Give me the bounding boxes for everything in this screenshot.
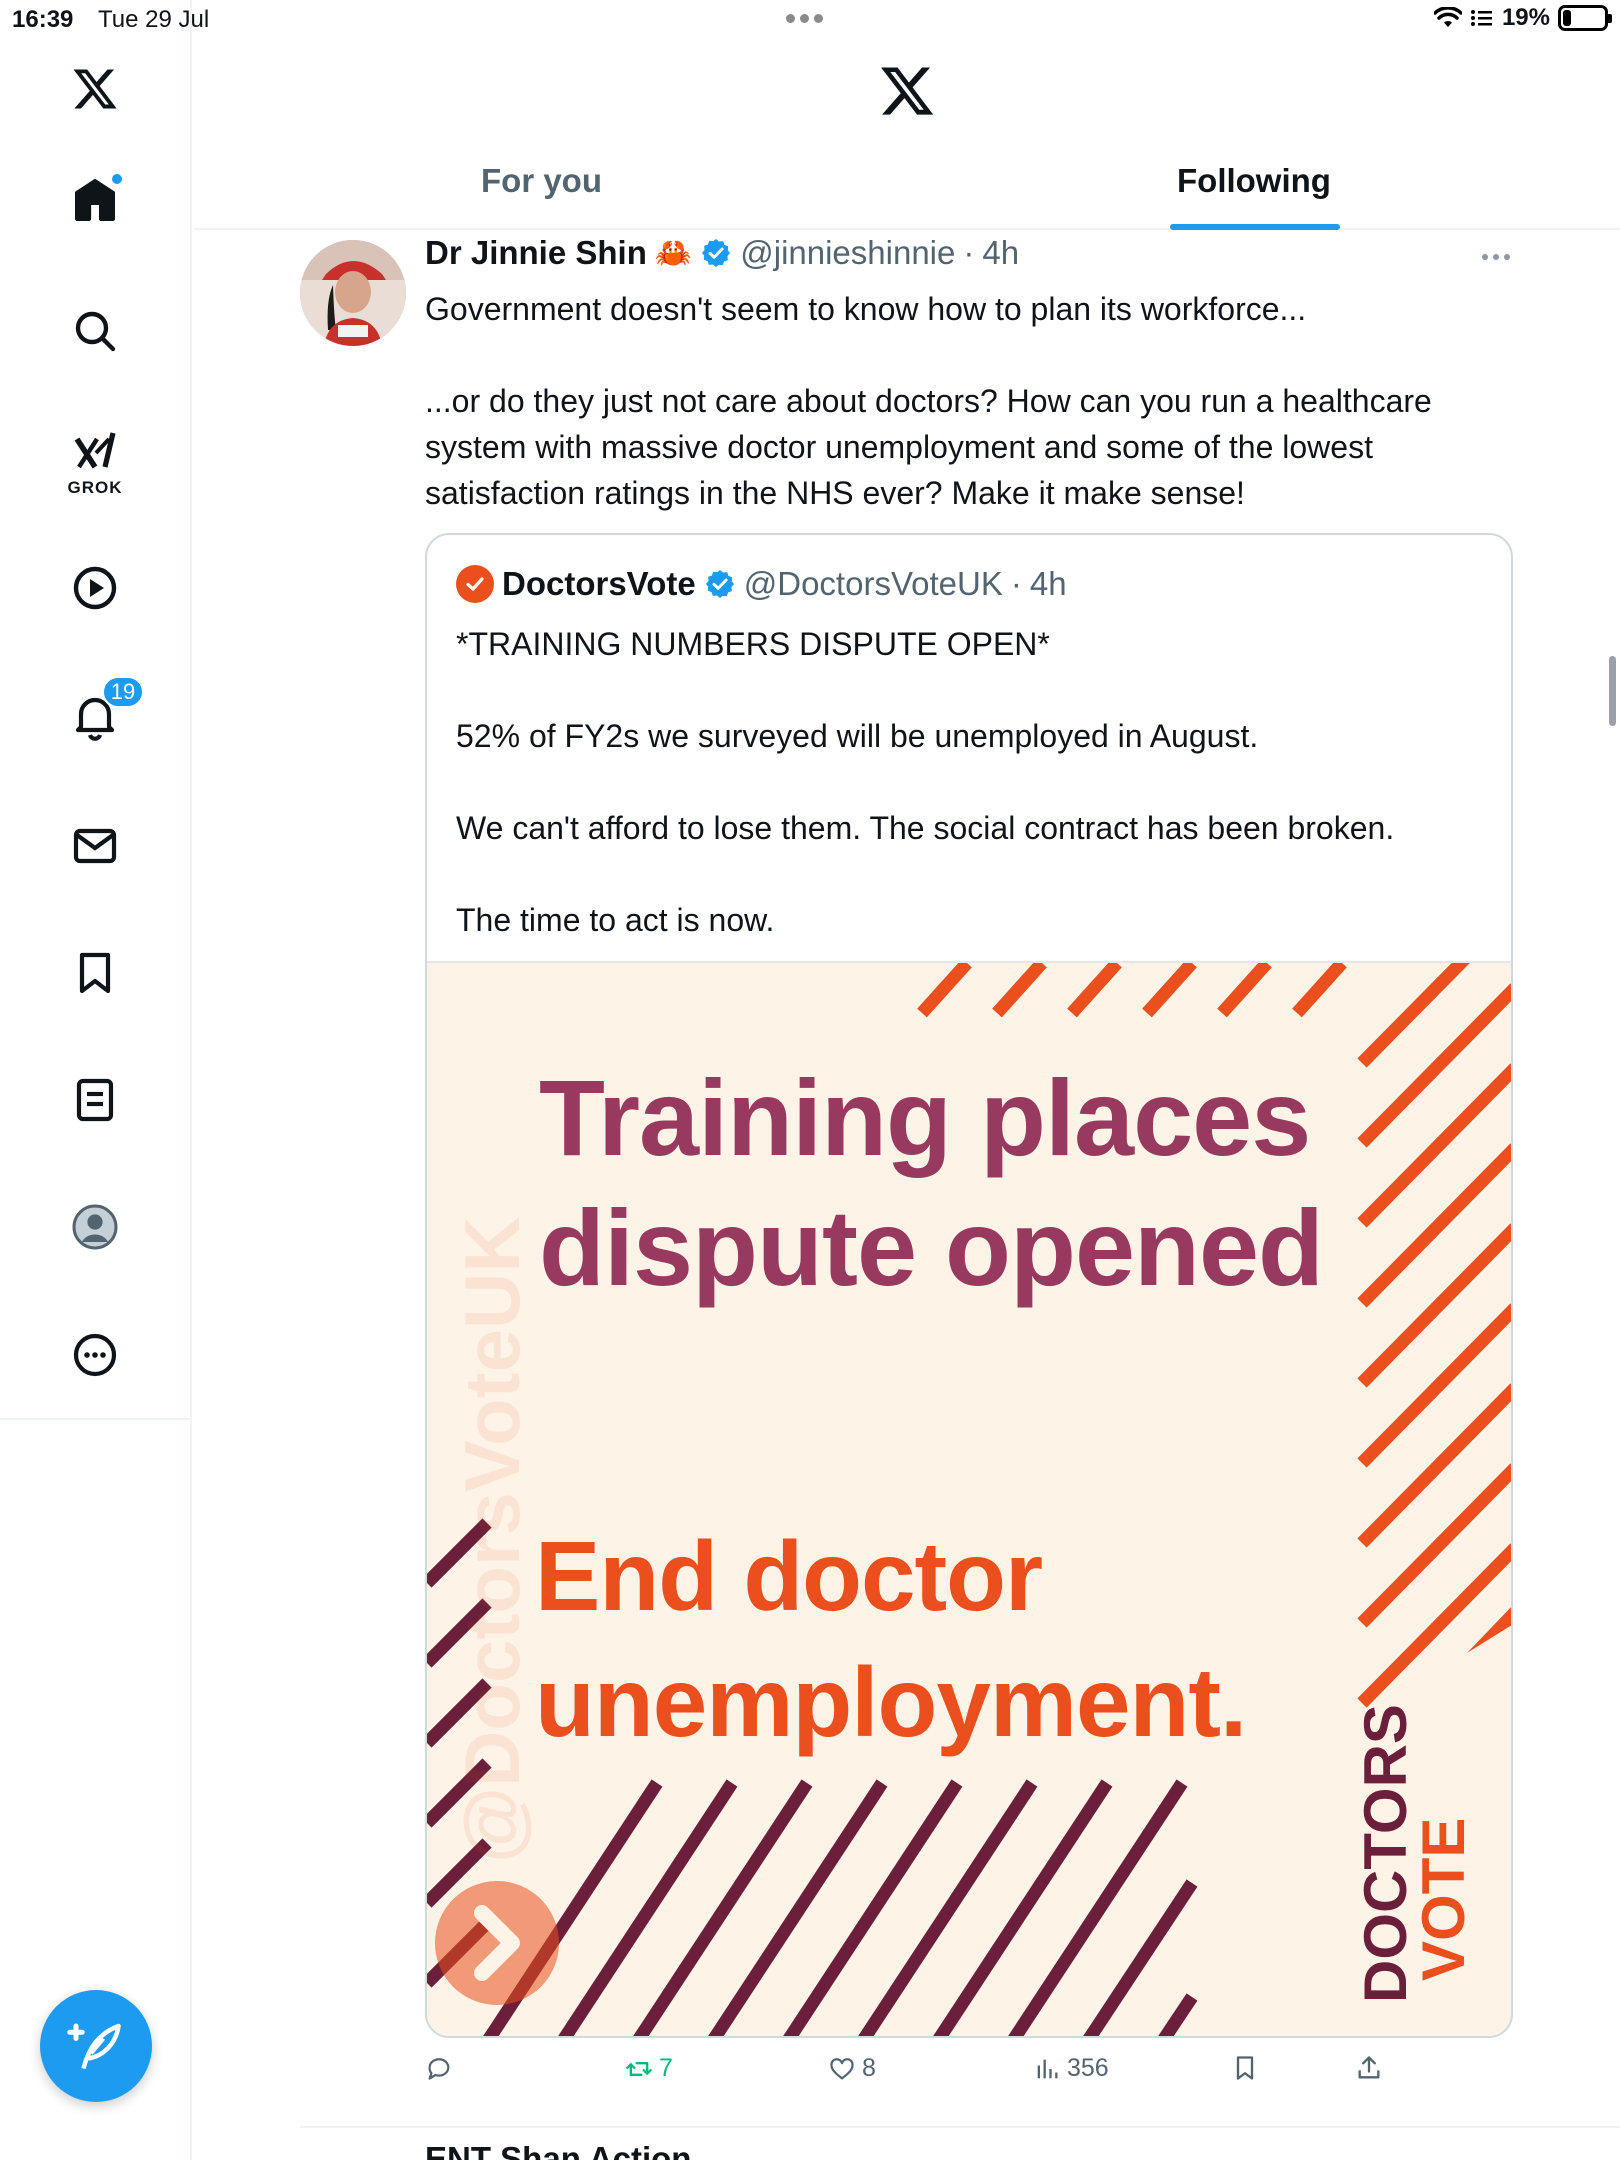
dot-separator: · (963, 234, 975, 271)
brand-top-word: DOCTORS (1352, 1704, 1419, 2003)
compose-icon (67, 2023, 121, 2070)
views-button[interactable]: 356 (1033, 2054, 1109, 2083)
nav-profile[interactable] (66, 1198, 124, 1256)
unread-dot (110, 172, 124, 186)
bookmark-outline-icon (1236, 2056, 1254, 2080)
wifi-icon (1433, 7, 1462, 27)
view-count: 356 (1067, 2054, 1109, 2082)
nav-lists[interactable] (66, 1071, 124, 1129)
quote-image[interactable]: @DoctorsVoteUK Training places dispute o… (427, 961, 1511, 2036)
more-circle-icon (73, 1333, 117, 1377)
share-button[interactable] (1355, 2054, 1383, 2082)
tweet-header: Dr Jinnie Shin 🦀 @jinnieshinnie · 4h (425, 234, 1019, 272)
doctorsvote-wordmark: DOCTORS VOTE (1352, 1704, 1477, 2003)
retweet-count: 7 (659, 2054, 673, 2082)
like-button[interactable]: 8 (828, 2054, 876, 2083)
tab-for-you[interactable]: For you (481, 162, 602, 200)
status-bar: 16:39 Tue 29 Jul 19% (0, 0, 1620, 40)
battery-percent: 19% (1501, 4, 1550, 31)
nav-videos[interactable] (66, 559, 124, 617)
more-options-icon[interactable] (1480, 252, 1512, 262)
image-headline: Training places dispute opened (539, 1057, 1324, 1308)
bookmark-button[interactable] (1231, 2054, 1259, 2082)
analytics-icon (1037, 2059, 1058, 2078)
retweet-icon (626, 2061, 652, 2076)
image-watermark: @DoctorsVoteUK (448, 1216, 536, 1863)
quote-author-handle: @DoctorsVoteUK (743, 565, 1003, 602)
header-x-logo-icon[interactable] (878, 62, 936, 120)
feed-divider (300, 2126, 1620, 2128)
grok-label: GROK (67, 478, 123, 497)
quote-dot-separator: · (1010, 565, 1022, 602)
bookmark-icon (79, 952, 111, 994)
next-tweet-author[interactable]: ENT Shan Action (425, 2140, 691, 2160)
tab-following[interactable]: Following (1177, 162, 1331, 200)
orientation-lock-icon (1470, 10, 1492, 26)
status-right: 19% (1433, 4, 1612, 32)
mail-icon (73, 828, 117, 864)
heart-icon (830, 2057, 854, 2079)
grok-icon (74, 432, 116, 469)
x-logo-icon[interactable] (66, 60, 124, 118)
nav-more[interactable] (66, 1326, 124, 1384)
left-sidebar: GROK 19 (0, 0, 192, 2160)
compose-button[interactable] (40, 1990, 152, 2102)
quote-time: 4h (1029, 565, 1067, 602)
nav-home[interactable] (66, 172, 124, 230)
nav-notifications[interactable]: 19 (66, 676, 144, 746)
quote-author-name: DoctorsVote (502, 565, 696, 602)
quote-text: *TRAINING NUMBERS DISPUTE OPEN* 52% of F… (456, 626, 1395, 938)
nav-explore[interactable] (66, 302, 124, 360)
nav-grok[interactable]: GROK (66, 424, 124, 497)
timeline-tabs: For you Following (194, 140, 1620, 230)
crab-emoji: 🦀 (654, 236, 693, 270)
quote-verified-badge-icon (705, 570, 734, 598)
battery-icon (1558, 5, 1612, 31)
tweet-actions: 7 8 356 (425, 2054, 1525, 2094)
tweet-text: Government doesn't seem to know how to p… (425, 291, 1432, 511)
author-name[interactable]: Dr Jinnie Shin (425, 234, 647, 272)
verified-badge-icon (702, 239, 731, 267)
notification-badge: 19 (102, 676, 144, 708)
brand-bottom-word: VOTE (1410, 1817, 1477, 1981)
retweet-button[interactable]: 7 (625, 2054, 673, 2083)
image-call-to-action: End doctor unemployment. (535, 1521, 1247, 1757)
quoted-tweet[interactable]: DoctorsVote @DoctorsVoteUK · 4h *TRAININ… (425, 533, 1513, 2038)
tweet-time[interactable]: 4h (982, 234, 1019, 272)
author-avatar[interactable] (300, 240, 406, 346)
sidebar-divider (0, 1418, 192, 1420)
play-icon (73, 566, 117, 610)
nav-bookmarks[interactable] (66, 944, 124, 1002)
scroll-indicator[interactable] (1609, 656, 1616, 726)
avatar-icon (72, 1204, 118, 1250)
reply-button[interactable] (425, 2054, 459, 2082)
multitasking-dots-icon[interactable] (786, 14, 823, 23)
like-count: 8 (862, 2054, 876, 2082)
nav-messages[interactable] (66, 817, 124, 875)
reply-icon (428, 2058, 450, 2080)
author-handle[interactable]: @jinnieshinnie (740, 234, 955, 272)
list-icon (76, 1078, 114, 1122)
active-tab-indicator (1170, 224, 1340, 230)
search-icon (75, 311, 116, 352)
share-icon (1358, 2056, 1380, 2079)
doctorsvote-logo-icon (456, 565, 494, 603)
quote-header: DoctorsVote @DoctorsVoteUK · 4h (456, 565, 1067, 603)
